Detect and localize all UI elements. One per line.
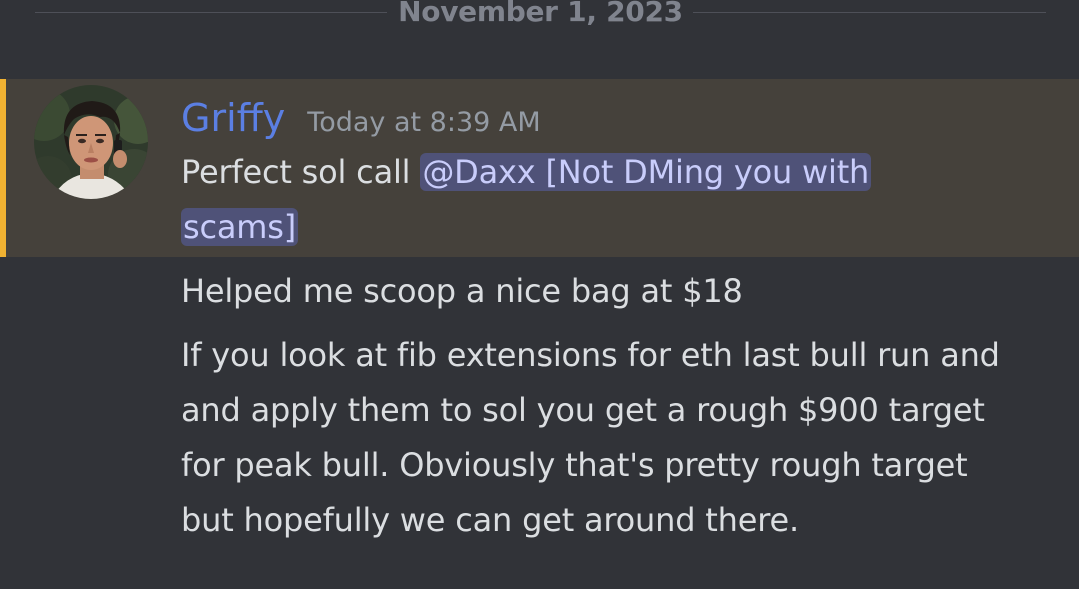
user-mention-continued[interactable]: scams] xyxy=(181,208,299,246)
paragraph-line: If you look at fib extensions for eth la… xyxy=(181,336,1000,374)
paragraph-line: for peak bull. Obviously that's pretty r… xyxy=(181,446,968,484)
divider-line-left xyxy=(35,12,387,13)
author-username[interactable]: Griffy xyxy=(181,92,285,144)
message-timestamp[interactable]: Today at 8:39 AM xyxy=(307,97,540,149)
paragraph-line: but hopefully we can get around there. xyxy=(181,501,799,539)
date-divider-label: November 1, 2023 xyxy=(398,0,683,28)
user-avatar-photo-icon xyxy=(34,85,148,199)
user-mention[interactable]: @Daxx [Not DMing you with xyxy=(420,153,872,191)
paragraph-line: and apply them to sol you get a rough $9… xyxy=(181,391,985,429)
message-line: Helped me scoop a nice bag at $18 xyxy=(181,272,743,310)
avatar[interactable] xyxy=(34,85,148,199)
message-text: Perfect sol call xyxy=(181,153,421,191)
message-header: Griffy Today at 8:39 AM xyxy=(181,92,541,144)
divider-line-right xyxy=(693,12,1046,13)
message-line: scams] xyxy=(181,200,299,255)
message-line: Perfect sol call @Daxx [Not DMing you wi… xyxy=(181,145,872,200)
chat-view: November 1, 2023 Griffy Today at 8:39 AM… xyxy=(0,0,1079,589)
mention-highlight-bar xyxy=(0,79,6,257)
date-divider: November 1, 2023 xyxy=(0,0,1079,28)
message-paragraph: If you look at fib extensions for eth la… xyxy=(181,328,1000,548)
